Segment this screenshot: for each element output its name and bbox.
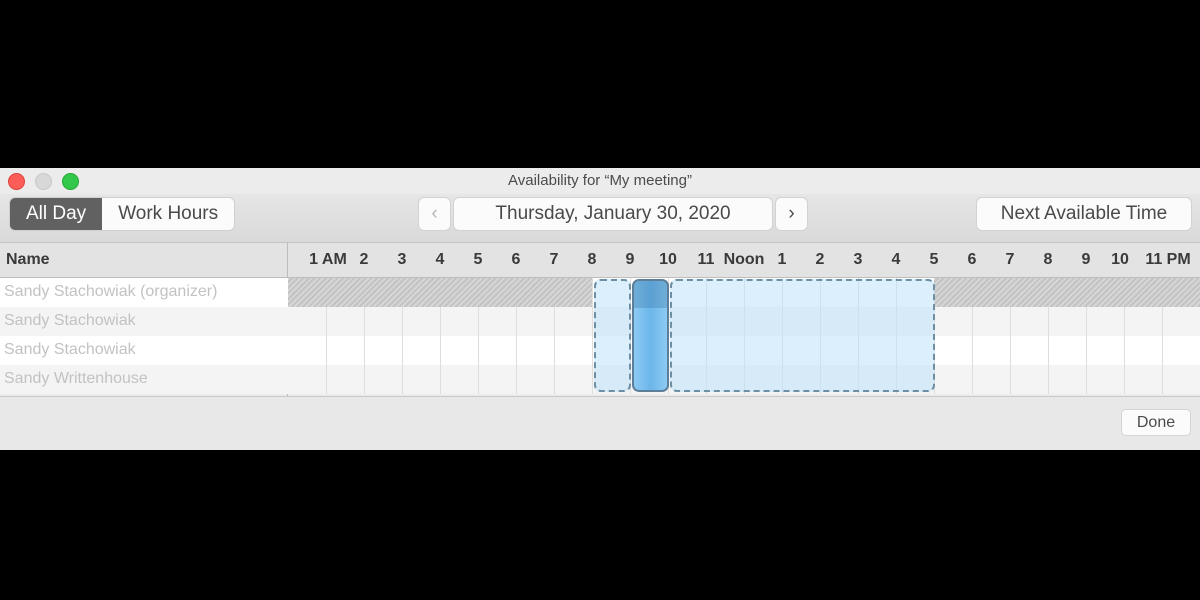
hour-label: 8	[1043, 251, 1053, 268]
hour-label: 4	[435, 251, 445, 268]
hour-label: 4	[891, 251, 901, 268]
busy-period	[934, 278, 1200, 307]
hour-gridline	[592, 278, 593, 394]
done-button[interactable]: Done	[1122, 410, 1190, 435]
chevron-right-icon: ›	[788, 203, 795, 224]
work-hours-block[interactable]	[670, 279, 935, 392]
hour-label: 11	[697, 251, 715, 268]
meeting-block-organizer-segment	[634, 281, 667, 308]
hour-label: Noon	[723, 251, 765, 268]
title-bar: Availability for “My meeting”	[0, 168, 1200, 194]
work-hours-block[interactable]	[594, 279, 631, 392]
hour-label: 1	[777, 251, 787, 268]
hour-label: 6	[511, 251, 521, 268]
hour-label: 3	[397, 251, 407, 268]
attendee-name: Sandy Stachowiak	[4, 341, 136, 358]
attendee-name: Sandy Writtenhouse	[4, 370, 148, 387]
work-hours-tab[interactable]: Work Hours	[102, 198, 235, 230]
window-title: Availability for “My meeting”	[508, 172, 692, 189]
hour-label: 1 AM	[309, 251, 347, 268]
hour-label: 10	[1111, 251, 1129, 268]
all-day-tab[interactable]: All Day	[10, 198, 103, 230]
name-column-header: Name	[6, 251, 50, 268]
hour-label: 7	[549, 251, 559, 268]
attendee-name: Sandy Stachowiak (organizer)	[4, 283, 218, 300]
hour-label: 6	[967, 251, 977, 268]
meeting-block[interactable]	[632, 279, 669, 392]
attendee-rows: Sandy Stachowiak (organizer) Sandy Stach…	[0, 278, 1200, 394]
hour-label: 5	[473, 251, 483, 268]
attendee-name: Sandy Stachowiak	[4, 312, 136, 329]
hour-label: 11 PM	[1145, 251, 1191, 268]
hour-label: 9	[625, 251, 635, 268]
hour-label: 2	[359, 251, 369, 268]
timeline-header: Name 1 AM 2 3 4 5 6 7 8 9 10 11 Noon 1 2 3 4 5 6 7 8 9 10 11 P…	[0, 243, 1200, 278]
hour-label: 7	[1005, 251, 1015, 268]
hour-label: 9	[1081, 251, 1091, 268]
hour-label: 3	[853, 251, 863, 268]
hour-label: 5	[929, 251, 939, 268]
availability-grid[interactable]	[288, 278, 1200, 394]
availability-window: Availability for “My meeting” All Day Wo…	[0, 168, 1200, 450]
chevron-left-icon: ‹	[431, 203, 438, 224]
previous-day-button[interactable]: ‹	[419, 198, 450, 230]
toolbar: All Day Work Hours ‹ Thursday, January 3…	[0, 194, 1200, 243]
busy-period	[288, 278, 592, 307]
hour-label: 8	[587, 251, 597, 268]
next-day-button[interactable]: ›	[776, 198, 807, 230]
hour-label: 10	[659, 251, 677, 268]
footer: Done	[0, 396, 1200, 450]
hour-label: 2	[815, 251, 825, 268]
next-available-time-button[interactable]: Next Available Time	[977, 198, 1191, 230]
date-display: Thursday, January 30, 2020	[454, 198, 772, 230]
view-mode-segmented-control: All Day Work Hours	[10, 198, 235, 230]
